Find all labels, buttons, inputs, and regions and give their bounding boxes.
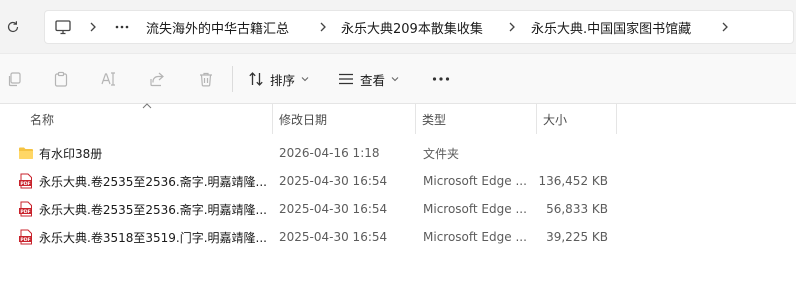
- file-date: 2025-04-30 16:54: [279, 202, 388, 216]
- file-type: Microsoft Edge ...: [423, 202, 527, 216]
- breadcrumb-item-1[interactable]: 流失海外的中华古籍汇总: [146, 11, 289, 43]
- breadcrumb-overflow-button[interactable]: [115, 11, 129, 43]
- view-list-icon: [339, 73, 353, 85]
- chevron-down-icon: [391, 77, 399, 82]
- pdf-icon: PDF: [18, 173, 34, 189]
- file-name: 有水印38册: [39, 146, 103, 161]
- column-header-type[interactable]: 类型: [416, 104, 537, 134]
- command-bar: 排序 查看: [0, 54, 796, 104]
- chevron-down-icon: [301, 77, 309, 82]
- svg-text:PDF: PDF: [20, 209, 30, 215]
- file-type: 文件夹: [423, 146, 460, 161]
- address-bar: 流失海外的中华古籍汇总 永乐大典209本散集收集 永乐大典.中国国家图书馆藏: [0, 0, 796, 54]
- breadcrumb-item-2[interactable]: 永乐大典209本散集收集: [341, 11, 483, 43]
- paste-icon: [54, 71, 68, 87]
- chevron-right-icon: [509, 22, 515, 32]
- breadcrumb-separator[interactable]: [721, 11, 729, 43]
- ellipsis-icon: [115, 25, 129, 29]
- pdf-icon: PDF: [18, 229, 34, 245]
- ellipsis-icon: [432, 77, 450, 81]
- chevron-right-icon: [320, 22, 326, 32]
- file-name: 永乐大典.卷3518至3519.门字.明嘉靖隆...: [39, 230, 267, 245]
- delete-button[interactable]: [195, 68, 217, 90]
- breadcrumb: 流失海外的中华古籍汇总 永乐大典209本散集收集 永乐大典.中国国家图书馆藏: [44, 10, 794, 44]
- file-size: 56,833 KB: [546, 202, 608, 216]
- monitor-icon: [55, 19, 71, 34]
- file-list: 名称 修改日期 类型 大小 有水印38册 2026-04-16 1:18 文件夹: [0, 103, 796, 300]
- list-item[interactable]: PDF 永乐大典.卷2535至2536.斋字.明嘉靖隆... 2025-04-3…: [12, 195, 616, 223]
- sort-button[interactable]: 排序: [248, 67, 309, 91]
- file-date: 2026-04-16 1:18: [279, 146, 380, 160]
- file-name: 永乐大典.卷2535至2536.斋字.明嘉靖隆...: [39, 202, 267, 217]
- file-name: 永乐大典.卷2535至2536.斋字.明嘉靖隆...: [39, 174, 267, 189]
- column-header-name[interactable]: 名称: [24, 104, 273, 134]
- column-header-row: 名称 修改日期 类型 大小: [0, 103, 796, 134]
- svg-text:PDF: PDF: [20, 237, 30, 243]
- list-item[interactable]: 有水印38册 2026-04-16 1:18 文件夹: [12, 139, 616, 167]
- copy-button[interactable]: [3, 68, 25, 90]
- column-header-size[interactable]: 大小: [537, 104, 617, 134]
- file-type: Microsoft Edge ...: [423, 174, 527, 188]
- svg-text:PDF: PDF: [20, 181, 30, 187]
- trash-icon: [200, 72, 212, 87]
- view-label: 查看: [360, 72, 386, 88]
- list-item[interactable]: PDF 永乐大典.卷2535至2536.斋字.明嘉靖隆... 2025-04-3…: [12, 167, 616, 195]
- breadcrumb-separator[interactable]: [89, 11, 97, 43]
- breadcrumb-item-3[interactable]: 永乐大典.中国国家图书馆藏: [531, 11, 691, 43]
- this-pc-button[interactable]: [55, 11, 71, 43]
- copy-icon: [8, 72, 21, 87]
- file-size: 136,452 KB: [538, 174, 608, 188]
- breadcrumb-separator[interactable]: [508, 11, 516, 43]
- breadcrumb-separator[interactable]: [319, 11, 327, 43]
- rename-icon: [101, 72, 115, 86]
- list-item[interactable]: PDF 永乐大典.卷3518至3519.门字.明嘉靖隆... 2025-04-3…: [12, 223, 616, 251]
- refresh-button[interactable]: [2, 15, 24, 39]
- toolbar-divider: [232, 66, 233, 92]
- chevron-right-icon: [90, 22, 96, 32]
- pdf-icon: PDF: [18, 201, 34, 217]
- rename-button[interactable]: [98, 68, 120, 90]
- more-options-button[interactable]: [428, 68, 454, 90]
- paste-button[interactable]: [50, 68, 72, 90]
- file-date: 2025-04-30 16:54: [279, 174, 388, 188]
- refresh-icon: [7, 21, 19, 33]
- file-size: 39,225 KB: [546, 230, 608, 244]
- share-button[interactable]: [146, 68, 168, 90]
- share-icon: [150, 72, 164, 87]
- sort-icon: [249, 72, 263, 86]
- column-header-date[interactable]: 修改日期: [273, 104, 416, 134]
- file-date: 2025-04-30 16:54: [279, 230, 388, 244]
- folder-icon: [18, 145, 34, 161]
- file-size: [532, 139, 608, 167]
- view-button[interactable]: 查看: [338, 67, 399, 91]
- file-type: Microsoft Edge ...: [423, 230, 527, 244]
- chevron-right-icon: [722, 22, 728, 32]
- sort-label: 排序: [270, 72, 296, 88]
